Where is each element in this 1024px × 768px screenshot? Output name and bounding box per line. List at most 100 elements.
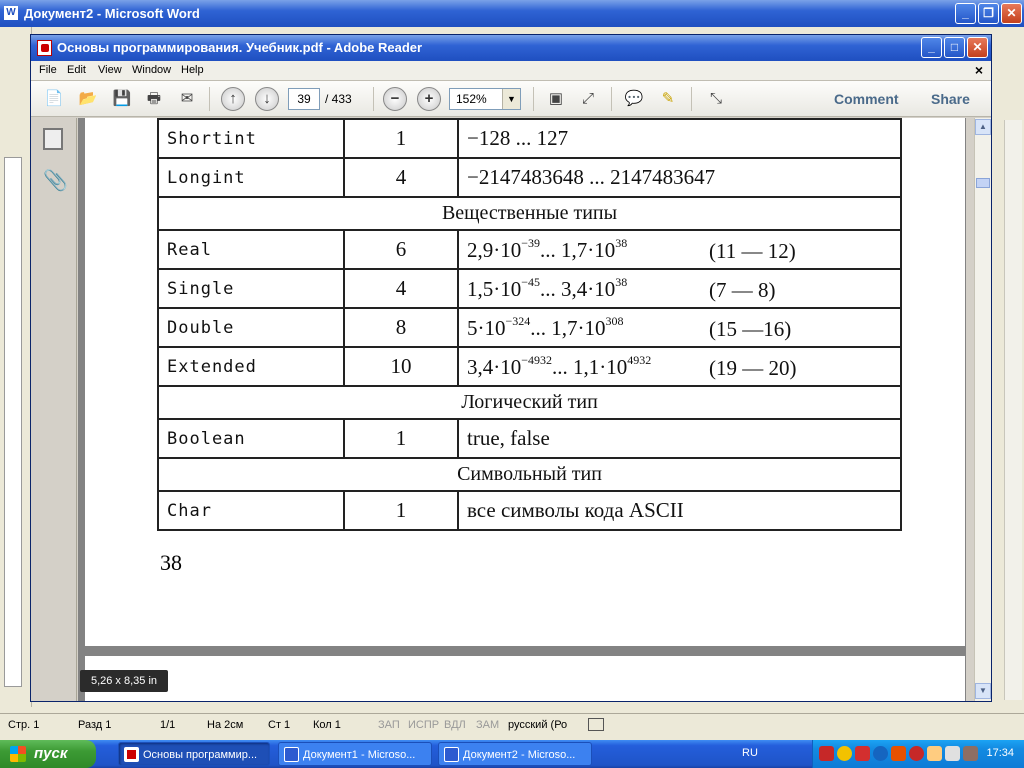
significant-digits: (15 —16) [709,317,792,341]
type-range: true, false [457,418,902,459]
page-number: 38 [160,550,182,575]
word-minimize-button[interactable]: _ [955,3,976,24]
reader-maximize-button[interactable]: □ [944,37,965,58]
menu-window[interactable]: Window [132,64,171,76]
range-low-exp: −39 [521,236,541,250]
type-range: 3,4·10−4932... 1,1·104932 (19 — 20) [457,346,902,387]
task-word-doc2[interactable]: Документ2 - Microso... [438,742,592,766]
comment-button[interactable]: Comment [834,91,899,107]
volume-icon[interactable] [945,746,960,761]
type-name: Double [157,307,345,348]
share-button[interactable]: Share [931,91,970,107]
scroll-thumb[interactable] [976,178,990,188]
task-adobe-reader[interactable]: Основы программир... [118,742,270,766]
pdf-page: Shortint 1 −128 ... 127 Longint 4 −21474… [85,118,965,646]
next-pdf-page [85,656,965,701]
range-high-exp: 38 [615,236,628,250]
fit-page-icon[interactable]: ▣ [543,87,569,111]
tray-icon[interactable] [819,746,834,761]
status-section: Разд 1 [78,719,112,731]
range-low: 2,9·10 [467,238,522,262]
range-low-exp: −324 [505,314,531,328]
menu-help[interactable]: Help [181,64,204,76]
network-icon[interactable] [873,746,888,761]
word-vertical-ruler [4,157,22,687]
tray-icon[interactable] [927,746,942,761]
fit-width-icon[interactable]: ⤢ [575,87,601,111]
tray-icon[interactable] [909,746,924,761]
ati-icon[interactable] [855,746,870,761]
word-status-bar: Стр. 1 Разд 1 1/1 На 2см Ст 1 Кол 1 ЗАП … [0,713,1024,737]
previous-page-icon[interactable]: ↑ [221,87,245,111]
status-col: Кол 1 [313,719,341,731]
section-heading-real: Вещественные типы [157,196,902,231]
document-close-icon[interactable]: × [975,62,983,78]
chevron-down-icon[interactable]: ▼ [502,89,520,109]
zoom-in-icon[interactable]: + [417,87,441,111]
open-icon[interactable]: 📂 [75,87,101,111]
reader-close-button[interactable]: ✕ [967,37,988,58]
page-thumbnails-icon[interactable] [43,128,63,150]
status-ext[interactable]: ВДЛ [444,719,466,731]
range-high-exp: 308 [605,314,624,328]
attachments-icon[interactable]: 📎 [43,168,68,193]
range-high: 1,7·10 [551,316,606,340]
create-pdf-icon[interactable]: 📄 [41,87,67,111]
reader-vertical-scrollbar[interactable]: ▲ ▼ [974,118,991,701]
shield-icon[interactable] [837,746,852,761]
tray-icon[interactable] [891,746,906,761]
scroll-up-icon[interactable]: ▲ [975,119,991,135]
zoom-out-icon[interactable]: − [383,87,407,111]
reader-menu-bar: File Edit View Window Help × [31,61,991,81]
range-high: 3,4·10 [561,277,616,301]
sticky-note-icon[interactable]: 💬 [621,87,647,111]
start-button[interactable]: пуск [0,740,96,768]
scroll-down-icon[interactable]: ▼ [975,683,991,699]
type-name: Boolean [157,418,345,459]
task-word-doc1[interactable]: Документ1 - Microso... [278,742,432,766]
full-screen-icon[interactable]: ⤡ [703,87,729,111]
status-trk[interactable]: ИСПР [408,719,439,731]
zoom-value: 152% [456,92,487,106]
menu-view[interactable]: View [98,64,122,76]
next-page-icon[interactable]: ↓ [255,87,279,111]
type-range: все символы кода ASCII [457,490,902,531]
menu-edit[interactable]: Edit [67,64,86,76]
reader-window: Основы программирования. Учебник.pdf - A… [30,34,992,702]
navigation-pane: 📎 [31,118,77,701]
range-high-exp: 38 [615,275,628,289]
page-number-input[interactable]: 39 [288,88,320,110]
type-size: 1 [343,490,459,531]
significant-digits: (19 — 20) [709,356,797,380]
toolbar-separator [691,87,692,111]
word-vertical-scrollbar[interactable] [1004,120,1022,700]
reader-minimize-button[interactable]: _ [921,37,942,58]
spelling-book-icon[interactable] [588,718,604,731]
status-rec[interactable]: ЗАП [378,719,400,731]
reader-title-text: Основы программирования. Учебник.pdf - A… [57,40,423,55]
word-close-button[interactable]: ✕ [1001,3,1022,24]
zoom-select[interactable]: 152% ▼ [449,88,521,110]
status-ovr[interactable]: ЗАМ [476,719,499,731]
save-icon[interactable]: 💾 [109,87,135,111]
type-range: 1,5·10−45... 3,4·1038 (7 — 8) [457,268,902,309]
tray-icon[interactable] [963,746,978,761]
table-row: Extended 10 3,4·10−4932... 1,1·104932 (1… [157,346,902,387]
start-label: пуск [34,745,68,762]
document-viewport[interactable]: Shortint 1 −128 ... 127 Longint 4 −21474… [78,118,966,701]
range-sep: ... [552,355,574,379]
highlight-text-icon[interactable]: ✎ [655,87,681,111]
word-doc-icon [444,747,459,762]
toolbar-separator [373,87,374,111]
word-restore-button[interactable]: ❐ [978,3,999,24]
type-name: Real [157,229,345,270]
section-row: Символьный тип [157,457,902,492]
language-indicator[interactable]: RU [742,747,758,759]
range-sep: ... [540,238,562,262]
menu-file[interactable]: File [39,64,57,76]
taskbar: пуск Основы программир... Документ1 - Mi… [0,740,1024,768]
section-heading-char: Символьный тип [157,457,902,492]
email-icon[interactable]: ✉ [174,87,200,111]
print-icon[interactable]: 🖶 [141,87,167,111]
significant-digits: (7 — 8) [709,278,776,302]
